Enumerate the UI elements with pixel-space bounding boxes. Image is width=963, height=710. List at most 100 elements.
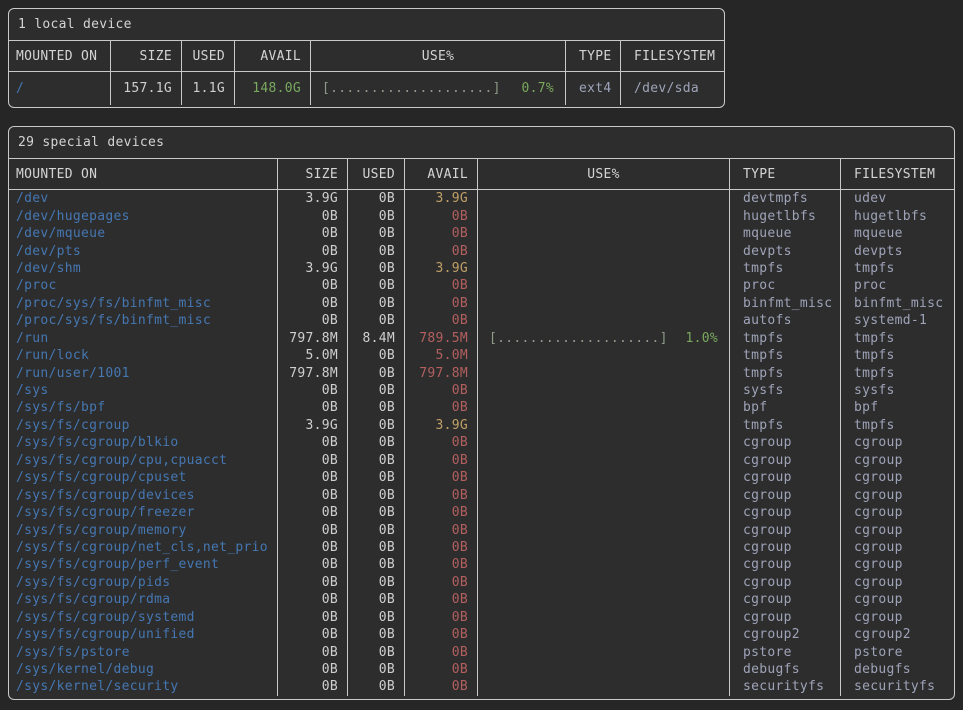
used-cell: 0B <box>347 556 404 573</box>
filesystem-cell: sysfs <box>840 382 954 399</box>
mounted-on-cell: /sys/kernel/debug <box>9 661 277 678</box>
table-row: /dev/mqueue0B0B0Bmqueuemqueue <box>9 225 954 242</box>
avail-cell: 3.9G <box>404 417 477 434</box>
use-percent-cell <box>477 382 729 399</box>
filesystem-cell: bpf <box>840 399 954 416</box>
avail-cell: 0B <box>404 452 477 469</box>
table-row: /run/lock5.0M0B5.0Mtmpfstmpfs <box>9 347 954 364</box>
table-row: /sys/fs/cgroup/devices0B0B0Bcgroupcgroup <box>9 486 954 503</box>
type-cell: cgroup <box>729 591 840 608</box>
type-cell: autofs <box>729 312 840 329</box>
filesystem-cell: devpts <box>840 242 954 259</box>
use-percent-cell <box>477 539 729 556</box>
mounted-on-cell: /proc <box>9 277 277 294</box>
used-cell: 0B <box>347 486 404 503</box>
use-percent-cell <box>477 661 729 678</box>
table-row: /sys/fs/cgroup/freezer0B0B0Bcgroupcgroup <box>9 504 954 521</box>
use-percent-cell <box>477 399 729 416</box>
used-cell: 0B <box>347 312 404 329</box>
size-cell: 3.9G <box>277 190 347 207</box>
used-cell: 0B <box>347 260 404 277</box>
type-cell: cgroup <box>729 521 840 538</box>
use-percent-cell <box>477 452 729 469</box>
column-header-used: USED <box>347 159 404 189</box>
type-cell: bpf <box>729 399 840 416</box>
use-percent-cell <box>477 225 729 242</box>
size-cell: 0B <box>277 643 347 660</box>
mounted-on-cell: /sys/fs/cgroup/cpuset <box>9 469 277 486</box>
size-cell: 797.8M <box>277 364 347 381</box>
size-cell: 0B <box>277 678 347 695</box>
filesystem-cell: cgroup <box>840 556 954 573</box>
use-percent-cell <box>477 417 729 434</box>
avail-cell: 789.5M <box>404 330 477 347</box>
avail-cell: 0B <box>404 434 477 451</box>
mounted-on-cell: / <box>9 72 110 105</box>
avail-cell: 0B <box>404 486 477 503</box>
use-percent-cell <box>477 626 729 643</box>
avail-cell: 0B <box>404 661 477 678</box>
type-cell: cgroup <box>729 434 840 451</box>
filesystem-cell: cgroup <box>840 521 954 538</box>
size-cell: 3.9G <box>277 417 347 434</box>
size-cell: 0B <box>277 591 347 608</box>
table-row: /proc/sys/fs/binfmt_misc0B0B0Bautofssyst… <box>9 312 954 329</box>
used-cell: 0B <box>347 504 404 521</box>
use-percent-cell <box>477 242 729 259</box>
mounted-on-cell: /dev/mqueue <box>9 225 277 242</box>
column-header-avail: AVAIL <box>404 159 477 189</box>
type-cell: tmpfs <box>729 364 840 381</box>
avail-cell: 0B <box>404 521 477 538</box>
size-cell: 3.9G <box>277 260 347 277</box>
mounted-on-cell: /sys/fs/cgroup/net_cls,net_prio <box>9 539 277 556</box>
size-cell: 0B <box>277 295 347 312</box>
filesystem-cell: hugetlbfs <box>840 207 954 224</box>
column-header-use-pct: USE% <box>310 41 565 71</box>
type-cell: binfmt_misc <box>729 295 840 312</box>
table-row: /sys0B0B0Bsysfssysfs <box>9 382 954 399</box>
use-percent-cell <box>477 643 729 660</box>
column-header-used: USED <box>181 41 234 71</box>
mounted-on-cell: /proc/sys/fs/binfmt_misc <box>9 312 277 329</box>
table-row: /157.1G1.1G148.0G[....................]0… <box>9 72 724 105</box>
avail-cell: 0B <box>404 382 477 399</box>
local-devices-table: 1 local device MOUNTED ON SIZE USED AVAI… <box>8 8 725 108</box>
size-cell: 0B <box>277 434 347 451</box>
filesystem-cell: cgroup <box>840 539 954 556</box>
column-header-size: SIZE <box>110 41 181 71</box>
used-cell: 0B <box>347 643 404 660</box>
mounted-on-cell: /sys/fs/cgroup/systemd <box>9 609 277 626</box>
filesystem-cell: tmpfs <box>840 364 954 381</box>
used-cell: 0B <box>347 242 404 259</box>
table-body: /dev3.9G0B3.9Gdevtmpfsudev/dev/hugepages… <box>9 190 954 696</box>
size-cell: 0B <box>277 556 347 573</box>
avail-cell: 0B <box>404 225 477 242</box>
table-row: /sys/fs/bpf0B0B0Bbpfbpf <box>9 399 954 416</box>
avail-cell: 148.0G <box>234 72 310 105</box>
use-percent-cell: [....................]1.0% <box>477 330 729 347</box>
table-row: /proc0B0B0Bprocproc <box>9 277 954 294</box>
table-row: /run/user/1001797.8M0B797.8Mtmpfstmpfs <box>9 364 954 381</box>
table-row: /sys/fs/cgroup3.9G0B3.9Gtmpfstmpfs <box>9 417 954 434</box>
type-cell: mqueue <box>729 225 840 242</box>
usage-percent: 0.7% <box>521 81 554 96</box>
size-cell: 0B <box>277 242 347 259</box>
used-cell: 0B <box>347 591 404 608</box>
used-cell: 0B <box>347 277 404 294</box>
use-percent-cell <box>477 678 729 695</box>
avail-cell: 0B <box>404 399 477 416</box>
filesystem-cell: cgroup <box>840 591 954 608</box>
avail-cell: 3.9G <box>404 190 477 207</box>
table-body: /157.1G1.1G148.0G[....................]0… <box>9 72 724 105</box>
used-cell: 0B <box>347 382 404 399</box>
table-row: /sys/fs/cgroup/perf_event0B0B0Bcgroupcgr… <box>9 556 954 573</box>
mounted-on-cell: /sys <box>9 382 277 399</box>
avail-cell: 0B <box>404 678 477 695</box>
mounted-on-cell: /sys/fs/cgroup/memory <box>9 521 277 538</box>
mounted-on-cell: /sys/fs/cgroup/blkio <box>9 434 277 451</box>
used-cell: 0B <box>347 417 404 434</box>
size-cell: 0B <box>277 574 347 591</box>
avail-cell: 0B <box>404 277 477 294</box>
size-cell: 0B <box>277 225 347 242</box>
column-header-filesystem: FILESYSTEM <box>620 41 724 71</box>
